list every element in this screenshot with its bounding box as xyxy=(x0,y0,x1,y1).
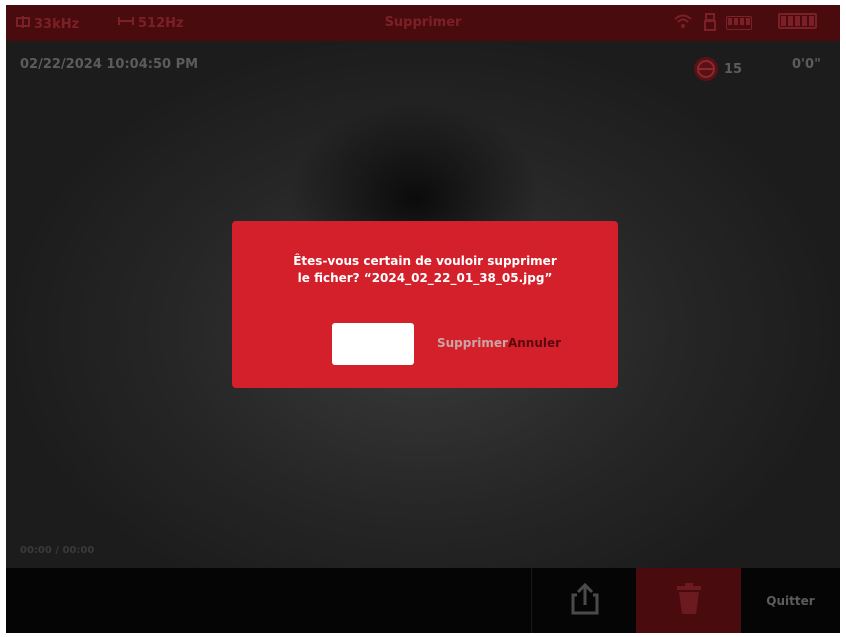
tilt-readout: 15 xyxy=(694,57,742,81)
video-caption: 00:00 / 00:00 xyxy=(20,545,95,556)
dialog-message-line1: Êtes-vous certain de vouloir supprimer xyxy=(293,254,557,268)
bottom-toolbar: Quitter xyxy=(6,568,840,633)
delete-confirm-dialog: Êtes-vous certain de vouloir supprimer l… xyxy=(232,221,618,388)
camera-screen: 02/22/2024 10:04:50 PM 15 0'0" 00:00 / 0… xyxy=(6,5,840,633)
dialog-message-line2: le ficher? “2024_02_22_01_38_05.jpg” xyxy=(297,271,553,285)
status-bar: 33kHz 512Hz Supprimer xyxy=(6,5,840,41)
delete-button[interactable] xyxy=(636,568,741,633)
confirm-delete-button[interactable]: Supprimer xyxy=(437,336,508,350)
usb-icon xyxy=(703,13,717,31)
tilt-value: 15 xyxy=(724,61,743,77)
trash-icon xyxy=(674,582,704,620)
datetime-readout: 02/22/2024 10:04:50 PM xyxy=(20,57,199,72)
share-icon xyxy=(567,581,603,621)
small-battery-icon xyxy=(726,16,752,30)
battery-icon xyxy=(778,13,817,29)
dialog-button-blank[interactable] xyxy=(332,323,414,365)
wifi-icon xyxy=(674,14,692,28)
dialog-actions: SupprimerAnnuler xyxy=(437,336,561,350)
dialog-message: Êtes-vous certain de vouloir supprimer l… xyxy=(232,253,618,287)
tilt-icon xyxy=(694,57,718,81)
cancel-button[interactable]: Annuler xyxy=(508,336,561,350)
distance-readout: 0'0" xyxy=(792,57,821,72)
share-button[interactable] xyxy=(531,568,637,633)
quit-button[interactable]: Quitter xyxy=(741,568,840,633)
